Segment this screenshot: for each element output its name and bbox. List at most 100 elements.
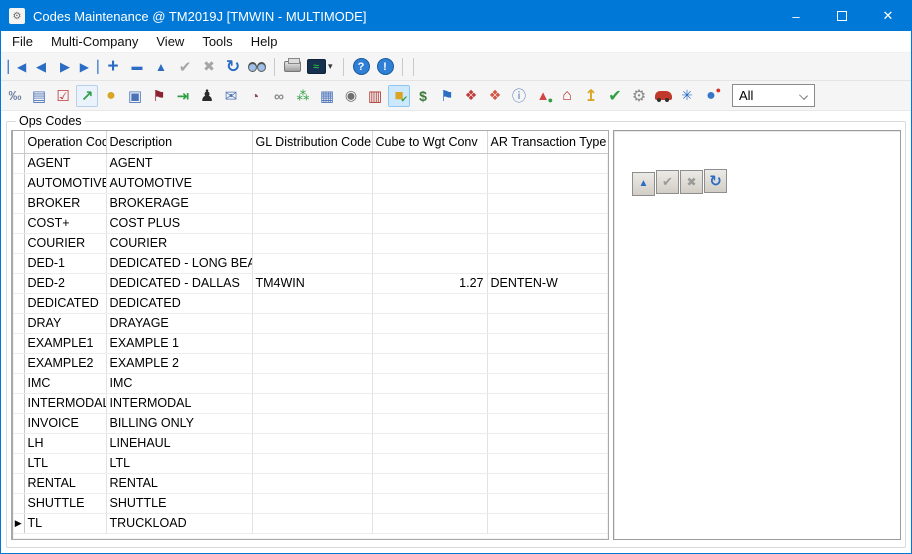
next-record-icon[interactable]: ▶: [53, 56, 77, 78]
table-cell[interactable]: RENTAL: [106, 473, 252, 493]
column-header-ar-transaction-type[interactable]: AR Transaction Type: [487, 131, 608, 153]
table-cell[interactable]: [252, 333, 372, 353]
table-row[interactable]: ▶TLTRUCKLOAD: [13, 513, 608, 533]
table-row[interactable]: DRAYDRAYAGE: [13, 313, 608, 333]
table-cell[interactable]: [252, 453, 372, 473]
table-row[interactable]: INVOICEBILLING ONLY: [13, 413, 608, 433]
table-cell[interactable]: LTL: [106, 453, 252, 473]
detail-collapse-button[interactable]: ▲: [632, 172, 655, 196]
table-row[interactable]: INTERMODALINTERMODAL: [13, 393, 608, 413]
table-cell[interactable]: [487, 173, 608, 193]
table-cell[interactable]: TM4WIN: [252, 273, 372, 293]
table-cell[interactable]: [487, 193, 608, 213]
filter-combobox[interactable]: All: [732, 84, 815, 107]
table-row[interactable]: COST+COST PLUS: [13, 213, 608, 233]
table-cell[interactable]: TRUCKLOAD: [106, 513, 252, 533]
table-cell[interactable]: [372, 293, 487, 313]
column-header-gl-distribution-code[interactable]: GL Distribution Code: [252, 131, 372, 153]
table-row[interactable]: LTLLTL: [13, 453, 608, 473]
delete-record-icon[interactable]: ▬: [125, 56, 149, 78]
calendar-icon[interactable]: ▦: [316, 85, 338, 107]
table-cell[interactable]: [372, 333, 487, 353]
table-cell[interactable]: COURIER: [24, 233, 106, 253]
terminal-monitor-icon[interactable]: ≈: [304, 56, 328, 78]
table-cell[interactable]: IMC: [24, 373, 106, 393]
car-icon[interactable]: [652, 85, 674, 107]
post-edit-icon[interactable]: ✔: [173, 56, 197, 78]
table-cell[interactable]: EXAMPLE 1: [106, 333, 252, 353]
table-cell[interactable]: [252, 513, 372, 533]
mail-check-icon[interactable]: ✉: [220, 85, 242, 107]
table-cell[interactable]: [372, 473, 487, 493]
table-row[interactable]: DED-1DEDICATED - LONG BEACH: [13, 253, 608, 273]
table-cell[interactable]: [372, 513, 487, 533]
menu-view[interactable]: View: [147, 32, 193, 51]
menu-tools[interactable]: Tools: [193, 32, 241, 51]
minimize-button[interactable]: –: [773, 1, 819, 31]
table-cell[interactable]: DENTEN-W: [487, 273, 608, 293]
table-cell[interactable]: SHUTTLE: [106, 493, 252, 513]
table-cell[interactable]: DRAY: [24, 313, 106, 333]
table-cell[interactable]: EXAMPLE1: [24, 333, 106, 353]
table-cell[interactable]: INVOICE: [24, 413, 106, 433]
table-cell[interactable]: [372, 453, 487, 473]
table-row[interactable]: RENTALRENTAL: [13, 473, 608, 493]
table-row[interactable]: DED-2DEDICATED - DALLASTM4WIN1.27DENTEN-…: [13, 273, 608, 293]
chart-icon[interactable]: ↗: [76, 85, 98, 107]
column-header-cube-to-wgt-conv[interactable]: Cube to Wgt Conv: [372, 131, 487, 153]
ops-codes-cube-icon[interactable]: ■✔: [388, 85, 410, 107]
table-row[interactable]: BROKERBROKERAGE: [13, 193, 608, 213]
table-cell[interactable]: COST PLUS: [106, 213, 252, 233]
table-cell[interactable]: DEDICATED: [106, 293, 252, 313]
table-cell[interactable]: COURIER: [106, 233, 252, 253]
report-icon[interactable]: ▤: [28, 85, 50, 107]
table-cell[interactable]: [372, 233, 487, 253]
table-cell[interactable]: [372, 173, 487, 193]
detail-cancel-edit-button[interactable]: ✖: [680, 170, 703, 194]
table-cell[interactable]: AUTOMOTIVE: [24, 173, 106, 193]
copy-check-icon[interactable]: ▣: [124, 85, 146, 107]
chevron-down-icon[interactable]: [799, 91, 808, 100]
table-row[interactable]: EXAMPLE1EXAMPLE 1: [13, 333, 608, 353]
table-cell[interactable]: [252, 313, 372, 333]
print-icon[interactable]: [280, 56, 304, 78]
table-cell[interactable]: [252, 393, 372, 413]
table-cell[interactable]: [252, 353, 372, 373]
menu-multi-company[interactable]: Multi-Company: [42, 32, 147, 51]
table-cell[interactable]: [487, 413, 608, 433]
info-document-icon[interactable]: ⓘ: [508, 85, 530, 107]
detail-post-edit-button[interactable]: ✔: [656, 170, 679, 194]
first-record-icon[interactable]: ▏◀: [5, 56, 29, 78]
export-card-icon[interactable]: ⇥: [172, 85, 194, 107]
table-cell[interactable]: BROKER: [24, 193, 106, 213]
tree-nodes-icon[interactable]: ⁂: [292, 85, 314, 107]
last-record-icon[interactable]: ▶▕: [77, 56, 101, 78]
column-header-operation-code[interactable]: Operation Code: [24, 131, 106, 153]
table-cell[interactable]: [487, 313, 608, 333]
maroon-flag-icon[interactable]: ⚑: [148, 85, 170, 107]
compass-star-icon[interactable]: ✳: [676, 85, 698, 107]
table-cell[interactable]: [487, 153, 608, 173]
table-cell[interactable]: [252, 213, 372, 233]
camera-icon[interactable]: ◉: [340, 85, 362, 107]
gauge-icon[interactable]: ◔: [244, 85, 266, 107]
table-cell[interactable]: [372, 433, 487, 453]
table-cell[interactable]: RENTAL: [24, 473, 106, 493]
table-cell[interactable]: DED-2: [24, 273, 106, 293]
table-cell[interactable]: [252, 193, 372, 213]
table-cell[interactable]: [487, 513, 608, 533]
table-cell[interactable]: AUTOMOTIVE: [106, 173, 252, 193]
checklist-icon[interactable]: ☑: [52, 85, 74, 107]
agent-person-icon[interactable]: ♟: [196, 85, 218, 107]
table-cell[interactable]: [372, 153, 487, 173]
table-row[interactable]: DEDICATEDDEDICATED: [13, 293, 608, 313]
about-icon[interactable]: !: [373, 56, 397, 78]
table-cell[interactable]: [487, 453, 608, 473]
table-cell[interactable]: [372, 393, 487, 413]
table-cell[interactable]: [487, 373, 608, 393]
network-x-icon[interactable]: ❖: [460, 85, 482, 107]
table-cell[interactable]: [252, 433, 372, 453]
maximize-button[interactable]: [819, 1, 865, 31]
column-header-description[interactable]: Description: [106, 131, 252, 153]
table-cell[interactable]: 1.27: [372, 273, 487, 293]
